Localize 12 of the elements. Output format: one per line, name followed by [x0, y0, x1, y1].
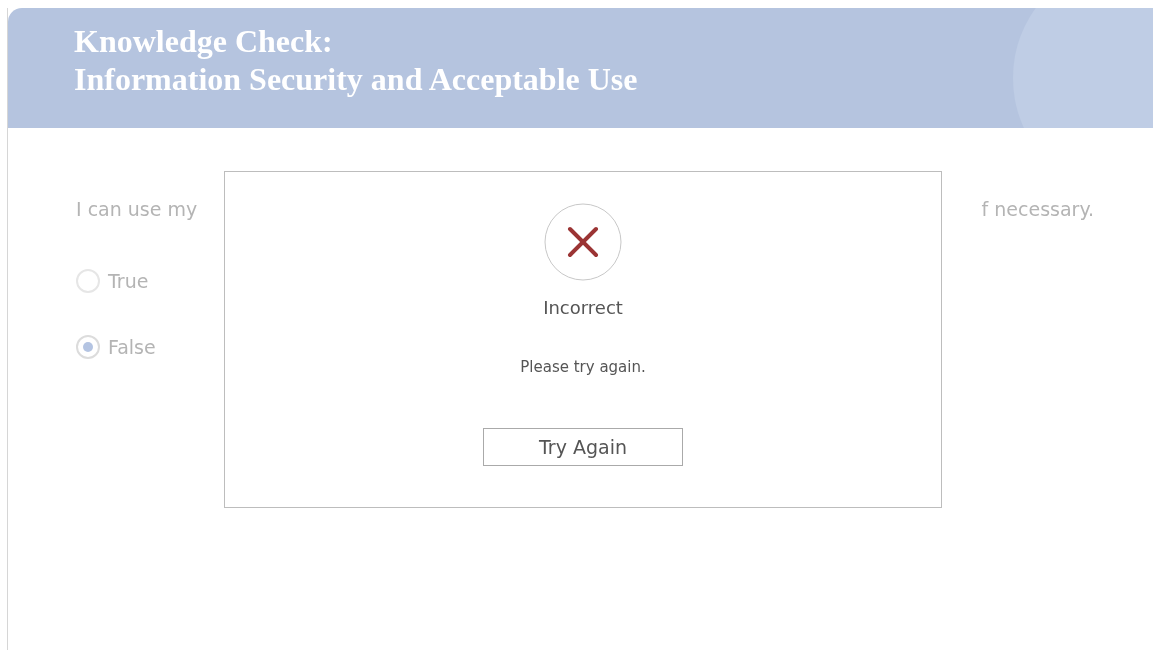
- try-again-button[interactable]: Try Again: [483, 428, 683, 466]
- close-icon: [544, 203, 622, 281]
- radio-button[interactable]: [76, 269, 100, 293]
- option-label[interactable]: True: [108, 270, 149, 292]
- question-text: I can use my: [76, 198, 198, 220]
- result-label: Incorrect: [543, 297, 623, 318]
- question-text: f necessary.: [981, 198, 1094, 220]
- page-title: Information Security and Acceptable Use: [74, 60, 639, 98]
- option-label[interactable]: False: [108, 336, 156, 358]
- radio-button[interactable]: [76, 335, 100, 359]
- feedback-message: Please try again.: [520, 358, 646, 376]
- page-title: Knowledge Check:: [74, 22, 334, 60]
